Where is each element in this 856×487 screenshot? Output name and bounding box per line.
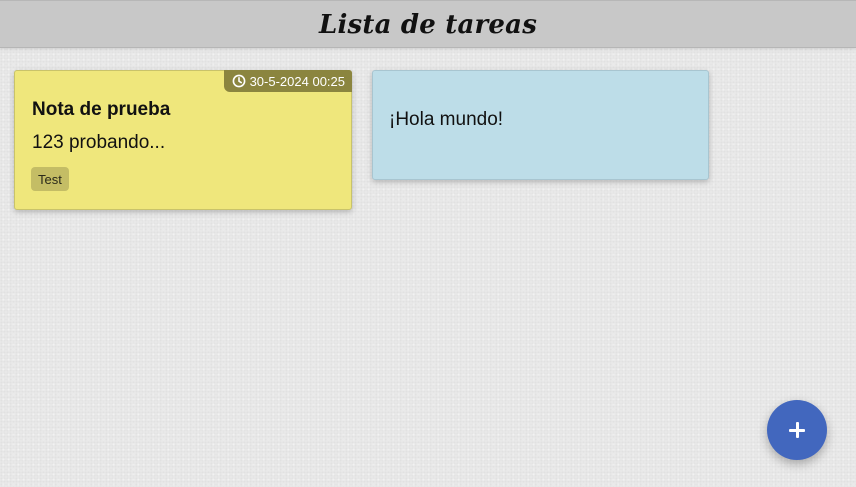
- timestamp-text: 30-5-2024 00:25: [249, 73, 345, 89]
- note-title: Nota de prueba: [32, 99, 171, 120]
- note-card-2[interactable]: ¡Hola mundo!: [372, 70, 709, 180]
- clock-icon: [232, 74, 246, 88]
- app-title: Lista de tareas: [318, 10, 538, 40]
- add-note-button[interactable]: [767, 400, 827, 460]
- top-bar: Lista de tareas: [0, 0, 856, 48]
- plus-icon: [787, 420, 807, 440]
- note-text: ¡Hola mundo!: [389, 109, 504, 130]
- timestamp-badge: 30-5-2024 00:25: [223, 70, 352, 92]
- note-card-1[interactable]: 30-5-2024 00:25 Nota de prueba 123 proba…: [14, 70, 352, 210]
- note-body: 123 probando...: [32, 132, 166, 153]
- tag-chip[interactable]: Test: [31, 167, 69, 191]
